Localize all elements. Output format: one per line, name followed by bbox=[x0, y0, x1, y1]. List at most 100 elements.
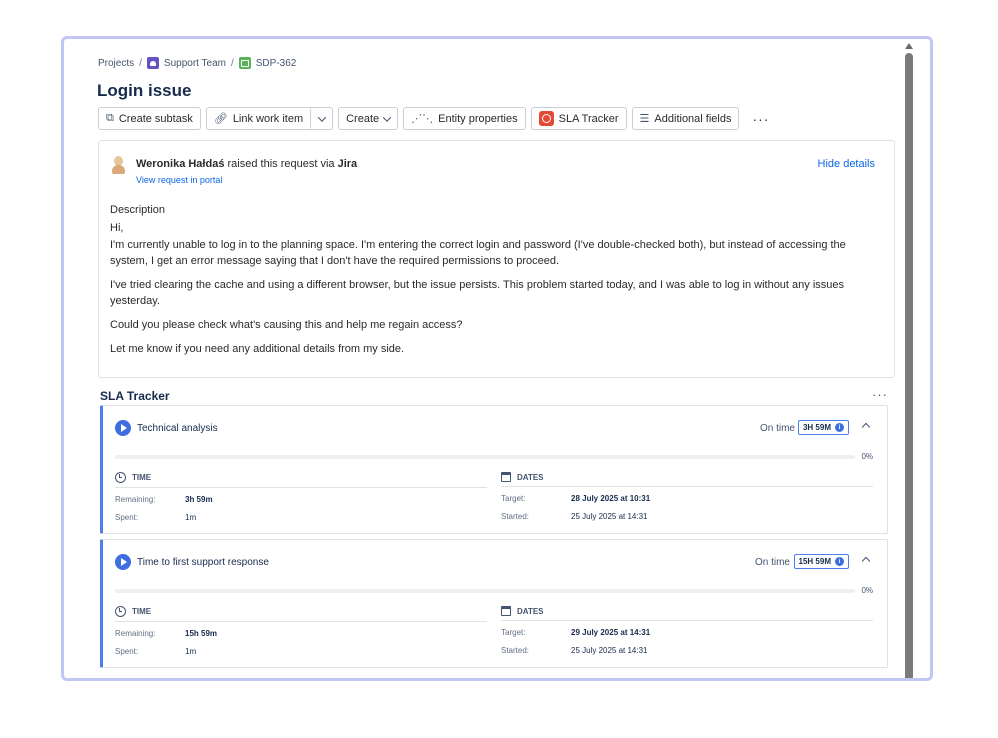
link-work-item-dropdown[interactable] bbox=[310, 108, 333, 129]
issue-toolbar: ⧉ Create subtask 🔗︎ Link work item Creat… bbox=[98, 107, 777, 130]
breadcrumb-team[interactable]: Support Team bbox=[164, 58, 226, 69]
avatar bbox=[111, 155, 125, 175]
sla-tracker-label: SLA Tracker bbox=[558, 112, 619, 125]
request-channel: Jira bbox=[337, 158, 358, 170]
started-value: 25 July 2025 at 14:31 bbox=[571, 512, 648, 521]
target-value: 29 July 2025 at 14:31 bbox=[571, 628, 651, 637]
description-heading: Description bbox=[110, 204, 166, 216]
chevron-down-icon bbox=[382, 112, 392, 122]
sla-remaining-badge: 15H 59M i bbox=[793, 554, 849, 569]
issue-view-frame: Projects / Support Team / SDP-362 Login … bbox=[61, 36, 933, 681]
sla-more-button[interactable]: ··· bbox=[872, 387, 888, 402]
sla-status: On time bbox=[759, 423, 795, 434]
target-label: Target: bbox=[501, 628, 526, 637]
time-heading: TIME bbox=[132, 473, 152, 482]
clock-icon bbox=[115, 472, 126, 483]
page-title[interactable]: Login issue bbox=[97, 81, 191, 101]
request-raised-line: Weronika Hałdaś raised this request via … bbox=[136, 158, 357, 170]
target-value: 28 July 2025 at 10:31 bbox=[571, 494, 651, 503]
scrollbar-thumb[interactable] bbox=[905, 53, 913, 678]
more-actions-button[interactable]: ··· bbox=[744, 111, 777, 127]
description-paragraph: Hi, bbox=[110, 222, 124, 234]
description-paragraph: Could you please check what's causing th… bbox=[110, 319, 463, 331]
link-icon: 🔗︎ bbox=[213, 113, 228, 125]
description-paragraph: I've tried clearing the cache and using … bbox=[110, 279, 845, 307]
chevron-up-icon[interactable] bbox=[861, 556, 871, 566]
started-label: Started: bbox=[501, 512, 530, 521]
time-heading: TIME bbox=[132, 607, 152, 616]
spent-value: 1m bbox=[185, 647, 197, 656]
sla-name: Time to first support response bbox=[137, 557, 269, 568]
spent-label: Spent: bbox=[115, 513, 139, 522]
remaining-label: Remaining: bbox=[115, 629, 156, 638]
link-work-item-label: Link work item bbox=[232, 112, 304, 125]
sla-card: Technical analysis On time 3H 59M i 0% T… bbox=[100, 405, 888, 534]
sla-progress-label: 0% bbox=[861, 586, 873, 595]
view-in-portal-link[interactable]: View request in portal bbox=[136, 175, 222, 185]
breadcrumb-issue-key[interactable]: SDP-362 bbox=[256, 58, 297, 69]
play-icon[interactable] bbox=[115, 420, 131, 436]
dates-heading: DATES bbox=[517, 606, 544, 616]
raised-text: raised this request via bbox=[224, 158, 338, 170]
sla-tracker-button[interactable]: SLA Tracker bbox=[530, 107, 627, 130]
sla-dates-section: DATES Target: 29 July 2025 at 14:31 Start… bbox=[501, 606, 873, 655]
sla-progress-bar bbox=[115, 589, 855, 593]
description-paragraph: I'm currently unable to log in to the pl… bbox=[110, 239, 846, 267]
dates-heading: DATES bbox=[517, 472, 544, 482]
spent-value: 1m bbox=[185, 513, 197, 522]
vertical-scrollbar[interactable] bbox=[904, 39, 914, 678]
create-button[interactable]: Create bbox=[338, 107, 399, 130]
sla-tracker-icon bbox=[538, 111, 554, 126]
sla-remaining-badge: 3H 59M i bbox=[797, 420, 849, 435]
create-subtask-button[interactable]: ⧉ Create subtask bbox=[98, 107, 201, 130]
breadcrumb-projects[interactable]: Projects bbox=[98, 58, 134, 69]
sla-progress-bar bbox=[115, 455, 855, 459]
create-label: Create bbox=[346, 112, 380, 125]
play-icon[interactable] bbox=[115, 554, 131, 570]
breadcrumb-separator: / bbox=[230, 57, 234, 69]
subtask-icon: ⧉ bbox=[106, 112, 114, 124]
clock-icon bbox=[115, 606, 126, 617]
sla-time-section: TIME Remaining: 15h 59m Spent: 1m bbox=[115, 606, 487, 656]
description[interactable]: Description Hi, I'm currently unable to … bbox=[110, 202, 880, 365]
target-label: Target: bbox=[501, 494, 526, 503]
reporter-name[interactable]: Weronika Hałdaś bbox=[136, 158, 224, 170]
entity-properties-icon: ⋰⋱ bbox=[411, 113, 434, 125]
description-paragraph: Let me know if you need any additional d… bbox=[110, 343, 405, 355]
issue-type-icon bbox=[238, 57, 251, 69]
sla-card: Time to first support response On time 1… bbox=[100, 539, 888, 668]
additional-fields-button[interactable]: ☰ Additional fields bbox=[631, 107, 740, 130]
entity-properties-label: Entity properties bbox=[438, 112, 518, 125]
chevron-down-icon bbox=[317, 112, 326, 122]
remaining-value: 15h 59m bbox=[185, 629, 218, 638]
request-details-panel: Weronika Hałdaś raised this request via … bbox=[98, 140, 895, 378]
additional-fields-icon: ☰ bbox=[639, 113, 650, 125]
sla-status: On time bbox=[754, 557, 790, 568]
badge-text: 3H 59M bbox=[802, 423, 831, 432]
remaining-label: Remaining: bbox=[115, 495, 156, 504]
sla-name: Technical analysis bbox=[137, 423, 218, 434]
entity-properties-button[interactable]: ⋰⋱ Entity properties bbox=[403, 107, 526, 130]
scroll-up-arrow-icon[interactable] bbox=[905, 43, 913, 49]
info-icon: i bbox=[835, 557, 844, 566]
spent-label: Spent: bbox=[115, 647, 139, 656]
badge-text: 15H 59M bbox=[798, 557, 831, 566]
sla-dates-section: DATES Target: 28 July 2025 at 10:31 Start… bbox=[501, 472, 873, 521]
sla-tracker-heading: SLA Tracker bbox=[100, 389, 170, 403]
chevron-up-icon[interactable] bbox=[861, 422, 871, 432]
calendar-icon bbox=[501, 606, 511, 616]
sla-time-section: TIME Remaining: 3h 59m Spent: 1m bbox=[115, 472, 487, 522]
breadcrumb-separator: / bbox=[139, 57, 142, 69]
sla-progress-label: 0% bbox=[861, 452, 873, 461]
create-subtask-label: Create subtask bbox=[118, 112, 193, 125]
link-work-item-split: 🔗︎ Link work item bbox=[205, 107, 334, 130]
info-icon: i bbox=[835, 423, 844, 432]
calendar-icon bbox=[501, 472, 511, 482]
started-label: Started: bbox=[501, 646, 530, 655]
link-work-item-button[interactable]: 🔗︎ Link work item bbox=[206, 108, 311, 129]
started-value: 25 July 2025 at 14:31 bbox=[571, 646, 648, 655]
remaining-value: 3h 59m bbox=[185, 495, 213, 504]
additional-fields-label: Additional fields bbox=[654, 112, 732, 125]
team-avatar-icon bbox=[146, 57, 159, 69]
hide-details-link[interactable]: Hide details bbox=[818, 158, 875, 170]
